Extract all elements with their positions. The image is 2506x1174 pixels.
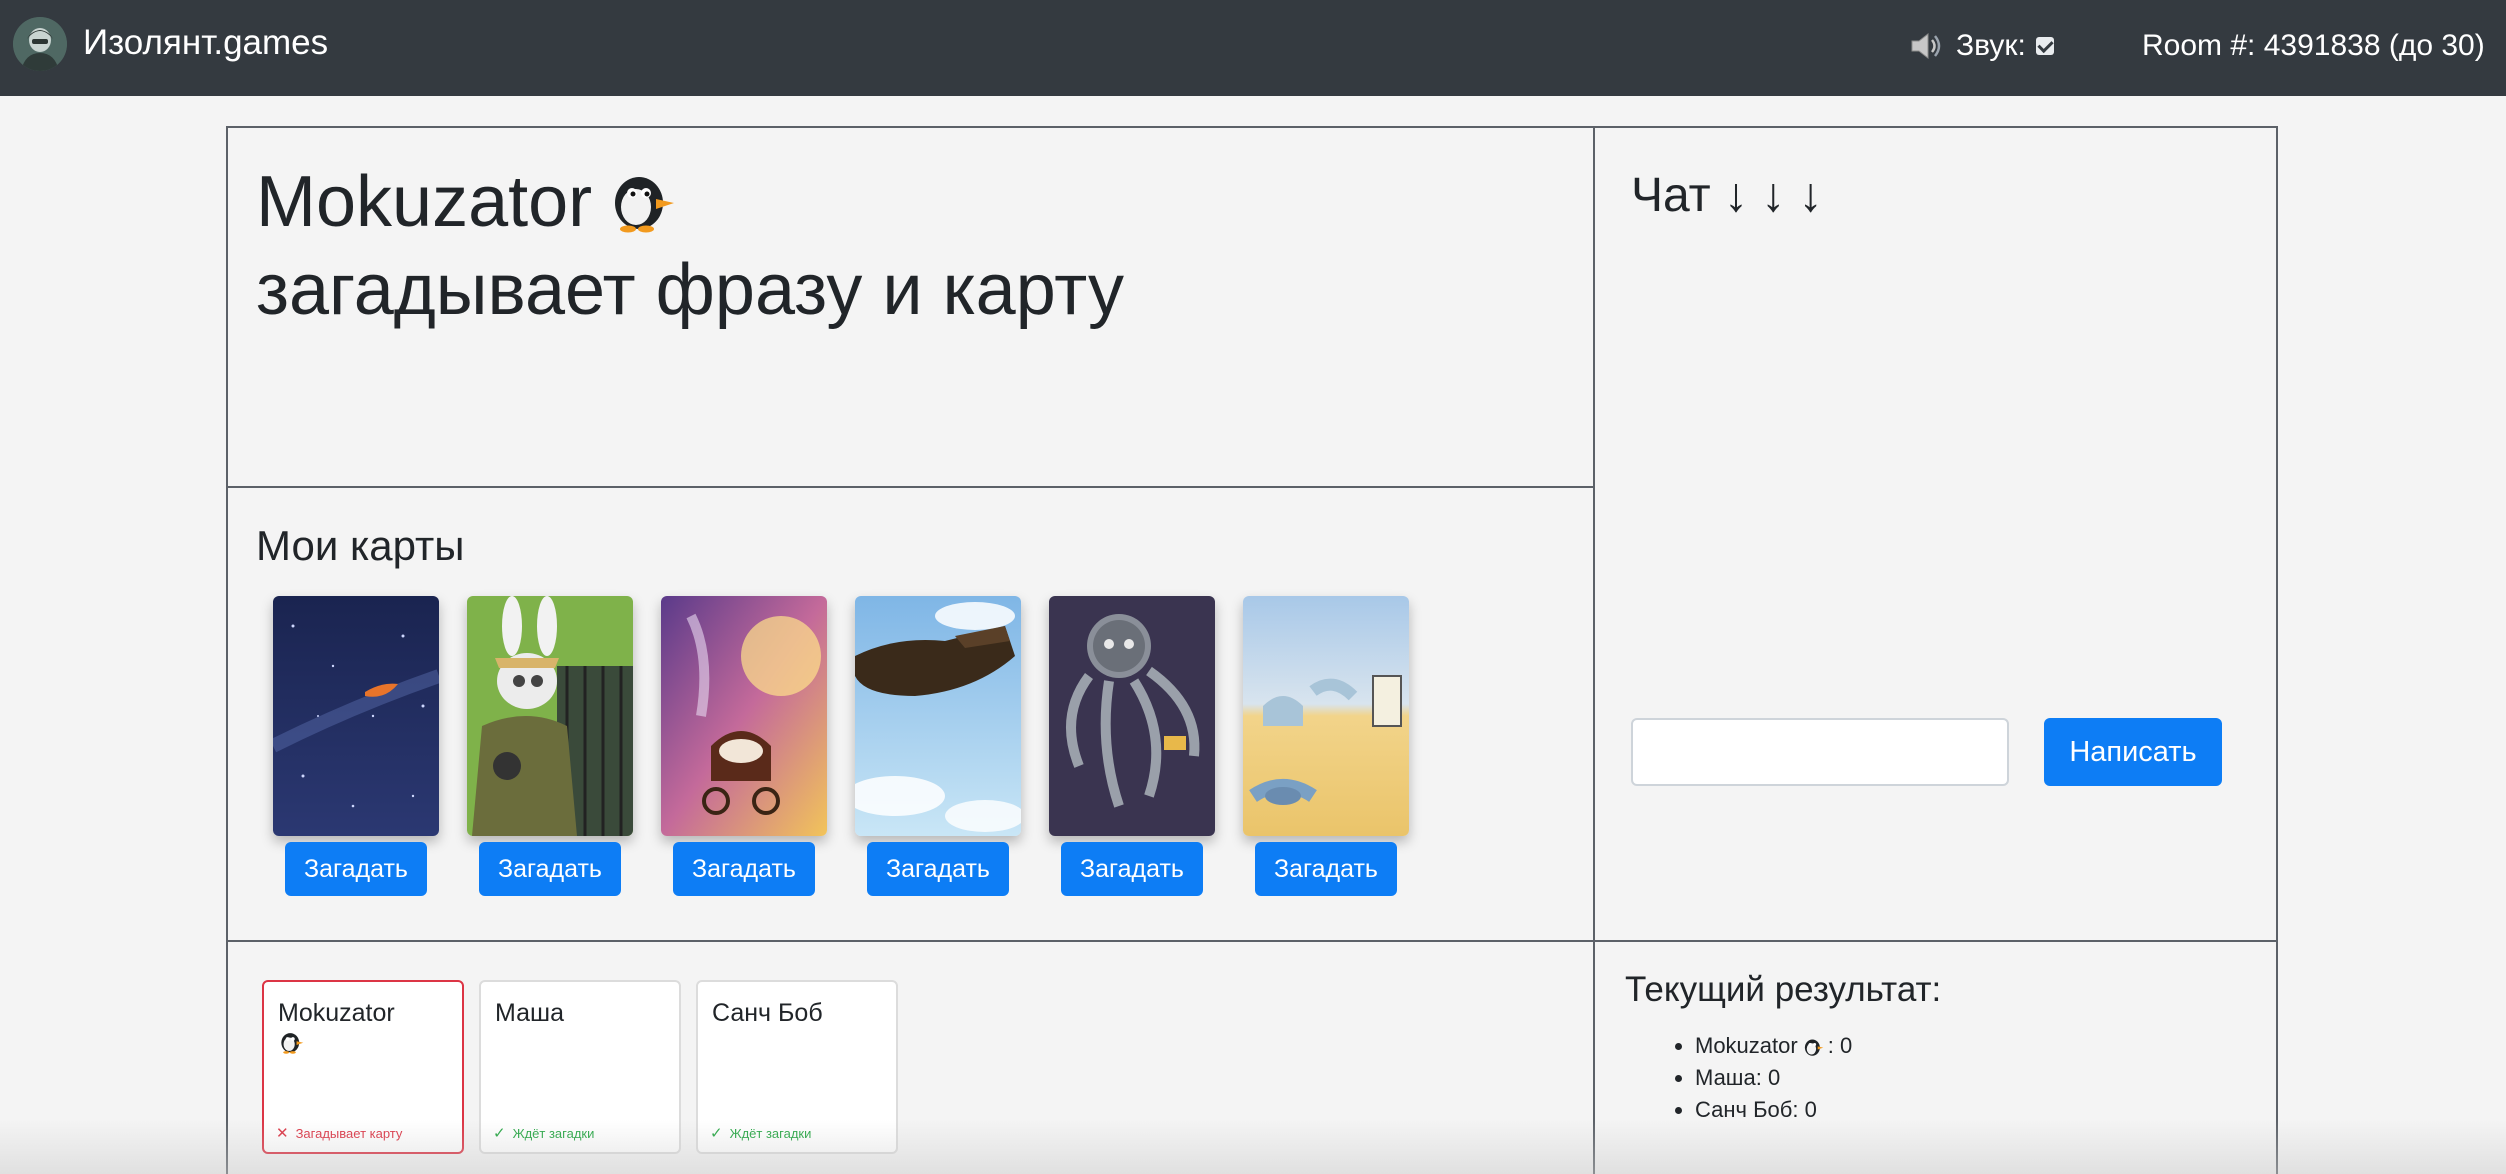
score-item: Санч Боб: 0 [1695, 1094, 1852, 1126]
storyteller-panel: Mokuzator загадывает фразу и карту [226, 126, 1595, 488]
player-status: ✓ Ждёт загадки [493, 1126, 594, 1142]
my-cards-title: Мои карты [256, 522, 465, 569]
score-points: 0 [1804, 1097, 1817, 1122]
score-separator: : [1827, 1033, 1840, 1058]
guess-button[interactable]: Загадать [673, 842, 815, 896]
guess-button[interactable]: Загадать [285, 842, 427, 896]
penguin-icon [1804, 1039, 1824, 1056]
score-points: 0 [1839, 1033, 1853, 1058]
storyteller-action: загадывает фразу и карту [256, 250, 1124, 330]
player-card: Санч Боб ✓ Ждёт загадки [696, 980, 898, 1154]
guess-button[interactable]: Загадать [479, 842, 621, 896]
check-icon: ✓ [493, 1125, 506, 1142]
brand-name[interactable]: Изолянт.games [83, 20, 328, 66]
cross-icon: ✕ [276, 1125, 289, 1142]
players-panel: Mokuzator ✕ Загадывает карту Маша ✓ Ждёт… [226, 940, 1595, 1174]
player-status-text: Загадывает карту [295, 1126, 403, 1141]
robot-octopus-card[interactable] [1049, 596, 1215, 836]
score-player-name: Санч Боб [1695, 1097, 1793, 1122]
player-card: Маша ✓ Ждёт загадки [479, 980, 681, 1154]
penguin-icon [615, 176, 675, 233]
player-status-text: Ждёт загадки [729, 1126, 812, 1141]
navbar: Изолянт.games Звук: Room #: 4391838 (до … [0, 0, 2506, 96]
player-name: Mokuzator [278, 998, 453, 1054]
player-status: ✓ Ждёт загадки [710, 1126, 811, 1142]
player-status-text: Ждёт загадки [512, 1126, 595, 1141]
score-item: Маша: 0 [1695, 1062, 1852, 1094]
player-status: ✕ Загадывает карту [276, 1126, 402, 1142]
score-item: Mokuzator : 0 [1695, 1030, 1852, 1062]
card-slot: Загадать [467, 596, 633, 896]
player-name-text: Маша [495, 999, 564, 1027]
guess-button[interactable]: Загадать [1061, 842, 1203, 896]
sound-toggle[interactable]: Звук: [1908, 24, 2054, 68]
avatar-logo-icon[interactable] [13, 17, 67, 71]
card-slot: Загадать [855, 596, 1021, 896]
chat-panel: Чат ↓ ↓ ↓ Написать [1593, 126, 2278, 942]
desert-serpent-card[interactable] [1243, 596, 1409, 836]
check-icon: ✓ [710, 1125, 723, 1142]
storyteller-name: Mokuzator [256, 162, 593, 242]
my-cards-panel: Мои карты Загадать Загадать Загадать Заг… [226, 486, 1595, 942]
chat-title: Чат ↓ ↓ ↓ [1631, 169, 1823, 222]
player-name-text: Санч Боб [712, 999, 823, 1027]
chat-input[interactable] [1631, 718, 2009, 786]
card-slot: Загадать [661, 596, 827, 896]
space-boat-card[interactable] [273, 596, 439, 836]
card-slot: Загадать [1049, 596, 1215, 896]
score-separator: : [1792, 1097, 1805, 1122]
sound-checkbox[interactable] [2035, 37, 2054, 55]
card-slot: Загадать [273, 596, 439, 896]
score-list: Mokuzator : 0 Маша: 0 Санч Боб: 0 [1695, 1030, 1852, 1126]
guess-button[interactable]: Загадать [867, 842, 1009, 896]
score-panel: Текущий результат: Mokuzator : 0 Маша: 0… [1593, 940, 2278, 1174]
sound-label: Звук: [1956, 29, 2026, 62]
flying-boot-card[interactable] [855, 596, 1021, 836]
storyteller-heading: Mokuzator загадывает фразу и карту [256, 158, 1124, 334]
rabbit-soldier-card[interactable] [467, 596, 633, 836]
card-slot: Загадать [1243, 596, 1409, 896]
guess-button[interactable]: Загадать [1255, 842, 1397, 896]
player-name-text: Mokuzator [278, 999, 395, 1027]
speaker-icon [1911, 32, 1941, 60]
score-separator: : [1755, 1065, 1768, 1090]
score-points: 0 [1767, 1065, 1781, 1090]
score-title: Текущий результат: [1625, 970, 1942, 1009]
room-number: Room #: 4391838 (до 30) [2142, 29, 2485, 62]
score-player-name: Маша [1695, 1065, 1756, 1090]
score-player-name: Mokuzator [1695, 1033, 1798, 1058]
send-button[interactable]: Написать [2044, 718, 2222, 786]
penguin-icon [281, 1033, 304, 1054]
angels-stroller-card[interactable] [661, 596, 827, 836]
player-card: Mokuzator ✕ Загадывает карту [262, 980, 464, 1154]
